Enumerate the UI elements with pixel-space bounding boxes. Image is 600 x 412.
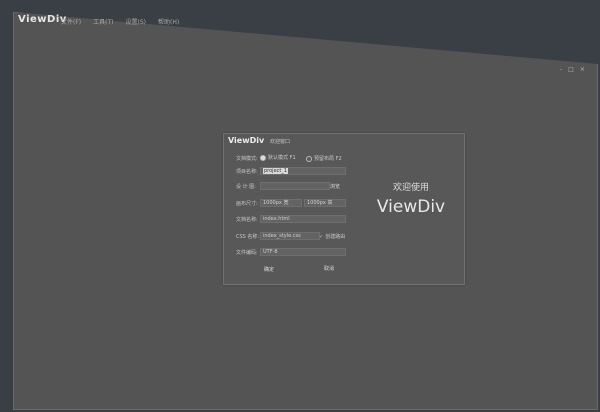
menu-bar: 文件(F) 工具(T) 设置(S) 帮助(H) [61, 17, 179, 26]
radio-checked-icon [260, 154, 266, 161]
app-title: ViewDiv [18, 14, 67, 25]
minimize-icon[interactable]: - [560, 66, 562, 73]
check-icon: ✓ [319, 233, 324, 240]
radio-unchecked-icon [306, 155, 312, 162]
maximize-icon[interactable]: □ [568, 66, 574, 73]
welcome-line2: ViewDiv [376, 197, 446, 217]
menu-help[interactable]: 帮助(H) [158, 17, 179, 26]
mode-other-label: 预留布局 F2 [314, 156, 342, 162]
css-checkbox[interactable]: ✓ 创建路由 [319, 233, 346, 241]
close-icon[interactable]: × [580, 66, 585, 73]
docname-input[interactable]: index.html [260, 215, 346, 223]
title-bar: ViewDiv 文件(F) 工具(T) 设置(S) 帮助(H) [13, 12, 598, 28]
docname-label: 文档名称: [236, 217, 258, 223]
css-label: CSS 名称: [236, 234, 260, 240]
ok-button[interactable]: 确定 [264, 266, 274, 273]
dialog-subtitle: 欢迎窗口 [270, 139, 291, 145]
canvas-label: 画布尺寸: [236, 201, 258, 207]
mode-other-radio[interactable]: 预留布局 F2 [306, 155, 342, 162]
css-input[interactable]: index_style.css [260, 232, 320, 240]
dialog-title: ViewDiv 欢迎窗口 [228, 136, 290, 145]
project-value: project_1 [263, 168, 289, 174]
cancel-button[interactable]: 取消 [324, 265, 334, 272]
canvas-height-input[interactable]: 1000px 高 [304, 199, 346, 207]
browse-button[interactable]: 浏览 [330, 183, 340, 190]
project-input[interactable]: project_1 [260, 167, 346, 175]
dialog-title-text: ViewDiv [228, 136, 265, 145]
encoding-select[interactable]: UTF-8 [260, 248, 346, 256]
welcome-line1: 欢迎使用 [392, 183, 429, 193]
menu-settings[interactable]: 设置(S) [126, 17, 147, 26]
canvas-width-input[interactable]: 1000px 宽 [260, 199, 302, 207]
project-label: 项目名称: [236, 169, 258, 175]
mode-default-label: 默认模式 F1 [268, 155, 296, 161]
css-check-label: 创建路由 [325, 234, 346, 240]
design-label: 设 计 图: [236, 184, 256, 190]
window-controls: - □ × [560, 66, 594, 73]
encoding-label: 文件编码: [236, 250, 258, 256]
doc-mode-label: 文档模式: [236, 156, 258, 162]
menu-file[interactable]: 文件(F) [61, 17, 81, 26]
mode-default-radio[interactable]: 默认模式 F1 [260, 154, 296, 161]
menu-tools[interactable]: 工具(T) [93, 17, 113, 26]
welcome-panel: 欢迎使用 ViewDiv [356, 180, 466, 217]
design-input[interactable] [260, 182, 330, 190]
